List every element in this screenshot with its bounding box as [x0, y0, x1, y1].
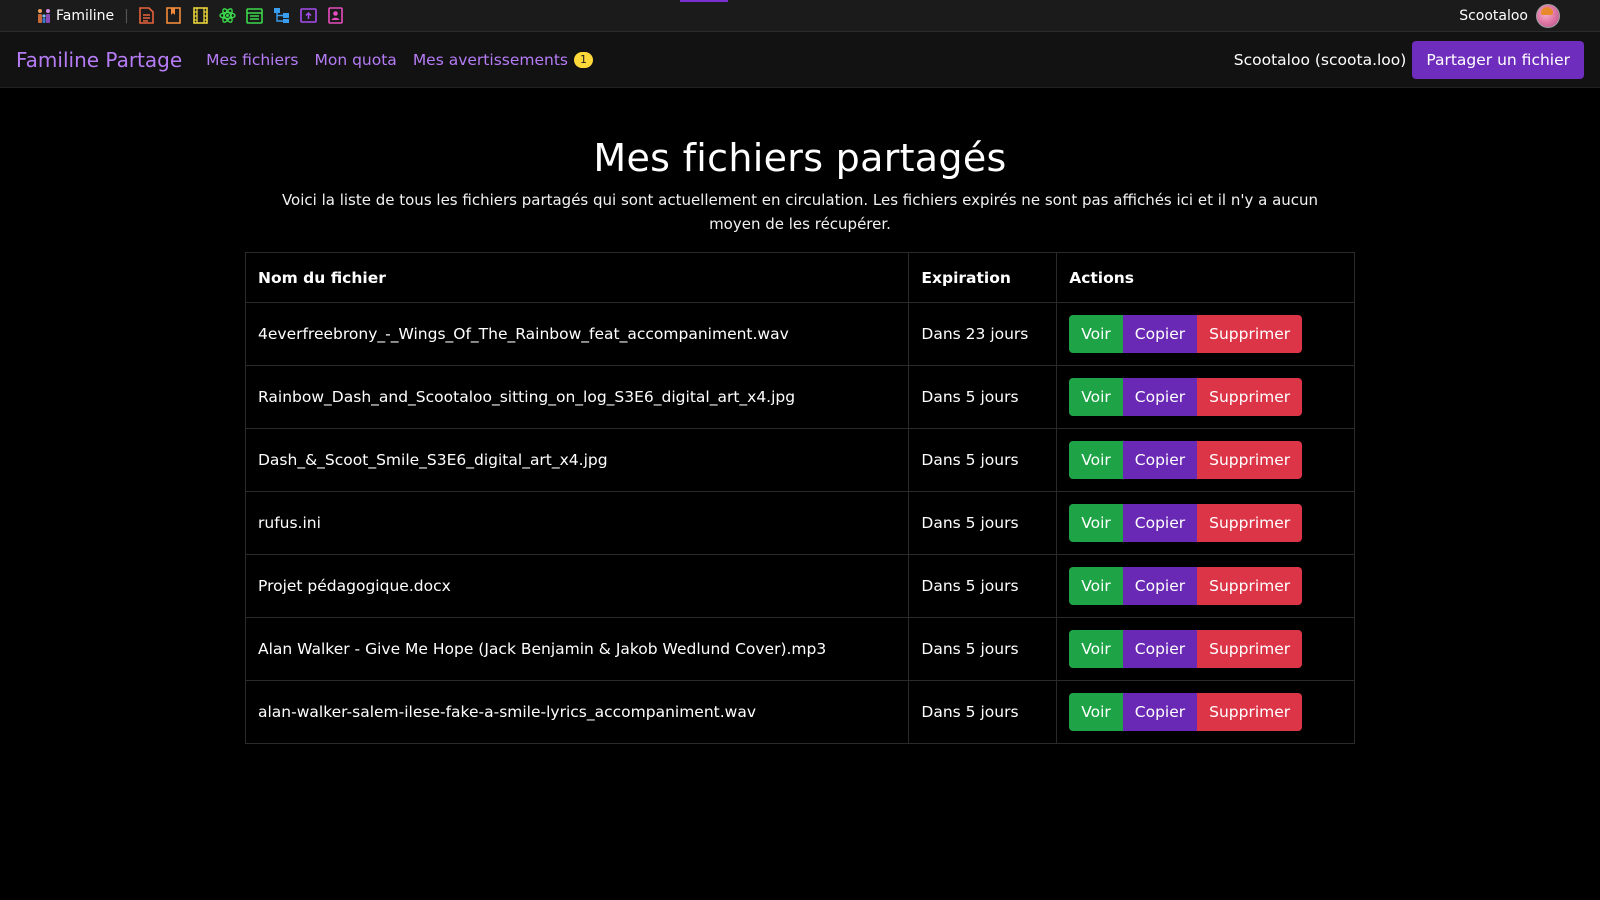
view-button[interactable]: Voir	[1069, 315, 1123, 353]
table-row: Dash_&_Scoot_Smile_S3E6_digital_art_x4.j…	[244, 428, 1355, 492]
file-name: alan-walker-salem-ilese-fake-a-smile-lyr…	[244, 680, 910, 744]
file-actions: Voir Copier Supprimer	[1056, 302, 1355, 366]
delete-button[interactable]: Supprimer	[1197, 630, 1303, 668]
file-actions: Voir Copier Supprimer	[1056, 365, 1355, 429]
bookmark-icon[interactable]	[164, 6, 183, 25]
current-user: Scootaloo (scoota.loo)	[1233, 50, 1407, 69]
document-icon[interactable]	[137, 6, 156, 25]
system-user[interactable]: Scootaloo	[1459, 0, 1560, 32]
header-filename: Nom du fichier	[244, 252, 910, 303]
active-indicator	[680, 0, 728, 2]
file-actions: Voir Copier Supprimer	[1056, 428, 1355, 492]
system-app-name: Familine	[56, 7, 115, 24]
file-expiration: Dans 5 jours	[908, 428, 1058, 492]
main-content: Mes fichiers partagés Voici la liste de …	[244, 88, 1355, 744]
file-expiration: Dans 23 jours	[908, 302, 1058, 366]
app-launcher	[137, 6, 345, 25]
copy-button[interactable]: Copier	[1122, 441, 1198, 479]
file-actions: Voir Copier Supprimer	[1056, 617, 1355, 681]
delete-button[interactable]: Supprimer	[1197, 441, 1303, 479]
nav-mon-quota[interactable]: Mon quota	[314, 51, 396, 69]
view-button[interactable]: Voir	[1069, 693, 1123, 731]
table-header-row: Nom du fichier Expiration Actions	[244, 252, 1355, 303]
action-buttons: Voir Copier Supprimer	[1069, 441, 1303, 479]
file-expiration: Dans 5 jours	[908, 365, 1058, 429]
network-icon[interactable]	[272, 6, 291, 25]
nav-mes-avertissements[interactable]: Mes avertissements 1	[413, 51, 593, 69]
file-expiration: Dans 5 jours	[908, 491, 1058, 555]
delete-button[interactable]: Supprimer	[1197, 567, 1303, 605]
calendar-icon[interactable]	[245, 6, 264, 25]
family-icon	[36, 8, 52, 24]
delete-button[interactable]: Supprimer	[1197, 378, 1303, 416]
contact-icon[interactable]	[326, 6, 345, 25]
view-button[interactable]: Voir	[1069, 630, 1123, 668]
copy-button[interactable]: Copier	[1122, 567, 1198, 605]
file-name: Projet pédagogique.docx	[244, 554, 910, 618]
nav-mes-fichiers[interactable]: Mes fichiers	[206, 51, 298, 69]
upload-box-icon[interactable]	[299, 6, 318, 25]
copy-button[interactable]: Copier	[1122, 693, 1198, 731]
action-buttons: Voir Copier Supprimer	[1069, 693, 1303, 731]
atom-icon[interactable]	[218, 6, 237, 25]
table-row: 4everfreebrony_-_Wings_Of_The_Rainbow_fe…	[244, 302, 1355, 366]
header-expiration: Expiration	[908, 252, 1058, 303]
file-actions: Voir Copier Supprimer	[1056, 554, 1355, 618]
file-name: Alan Walker - Give Me Hope (Jack Benjami…	[244, 617, 910, 681]
copy-button[interactable]: Copier	[1122, 315, 1198, 353]
action-buttons: Voir Copier Supprimer	[1069, 504, 1303, 542]
file-expiration: Dans 5 jours	[908, 554, 1058, 618]
view-button[interactable]: Voir	[1069, 567, 1123, 605]
copy-button[interactable]: Copier	[1122, 378, 1198, 416]
table-row: Alan Walker - Give Me Hope (Jack Benjami…	[244, 617, 1355, 681]
navbar-right: Scootaloo (scoota.loo) Partager un fichi…	[1233, 40, 1584, 79]
delete-button[interactable]: Supprimer	[1197, 504, 1303, 542]
page-description: Voici la liste de tous les fichiers part…	[281, 191, 1319, 233]
action-buttons: Voir Copier Supprimer	[1069, 567, 1303, 605]
delete-button[interactable]: Supprimer	[1197, 315, 1303, 353]
view-button[interactable]: Voir	[1069, 441, 1123, 479]
file-expiration: Dans 5 jours	[908, 617, 1058, 681]
file-name: Rainbow_Dash_and_Scootaloo_sitting_on_lo…	[244, 365, 910, 429]
file-name: Dash_&_Scoot_Smile_S3E6_digital_art_x4.j…	[244, 428, 910, 492]
table-row: Projet pédagogique.docx Dans 5 jours Voir C…	[244, 554, 1355, 618]
table-row: rufus.ini Dans 5 jours Voir Copier Supprimer	[244, 491, 1355, 555]
file-actions: Voir Copier Supprimer	[1056, 491, 1355, 555]
view-button[interactable]: Voir	[1069, 378, 1123, 416]
page-title: Mes fichiers partagés	[593, 136, 1007, 180]
table-row: Rainbow_Dash_and_Scootaloo_sitting_on_lo…	[244, 365, 1355, 429]
view-button[interactable]: Voir	[1069, 504, 1123, 542]
header-actions: Actions	[1056, 252, 1355, 303]
action-buttons: Voir Copier Supprimer	[1069, 315, 1303, 353]
film-icon[interactable]	[191, 6, 210, 25]
file-name: rufus.ini	[244, 491, 910, 555]
table-row: alan-walker-salem-ilese-fake-a-smile-lyr…	[244, 680, 1355, 744]
nav-mes-avertissements-label: Mes avertissements	[412, 50, 568, 69]
system-user-name: Scootaloo	[1459, 8, 1528, 24]
file-expiration: Dans 5 jours	[908, 680, 1058, 744]
avatar	[1536, 4, 1560, 28]
brand-link[interactable]: Familine Partage	[16, 48, 182, 72]
file-name: 4everfreebrony_-_Wings_Of_The_Rainbow_fe…	[244, 302, 910, 366]
copy-button[interactable]: Copier	[1122, 504, 1198, 542]
file-actions: Voir Copier Supprimer	[1056, 680, 1355, 744]
system-bar: Familine | Scootaloo	[0, 0, 1600, 32]
files-table: Nom du fichier Expiration Actions 4everf…	[244, 252, 1355, 744]
share-file-button[interactable]: Partager un fichier	[1412, 40, 1584, 79]
action-buttons: Voir Copier Supprimer	[1069, 378, 1303, 416]
warnings-count-badge: 1	[574, 51, 593, 68]
navbar: Familine Partage Mes fichiers Mon quota …	[0, 32, 1600, 88]
copy-button[interactable]: Copier	[1122, 630, 1198, 668]
system-brand[interactable]: Familine	[36, 8, 114, 24]
action-buttons: Voir Copier Supprimer	[1069, 630, 1303, 668]
separator: |	[124, 7, 129, 24]
delete-button[interactable]: Supprimer	[1197, 693, 1303, 731]
